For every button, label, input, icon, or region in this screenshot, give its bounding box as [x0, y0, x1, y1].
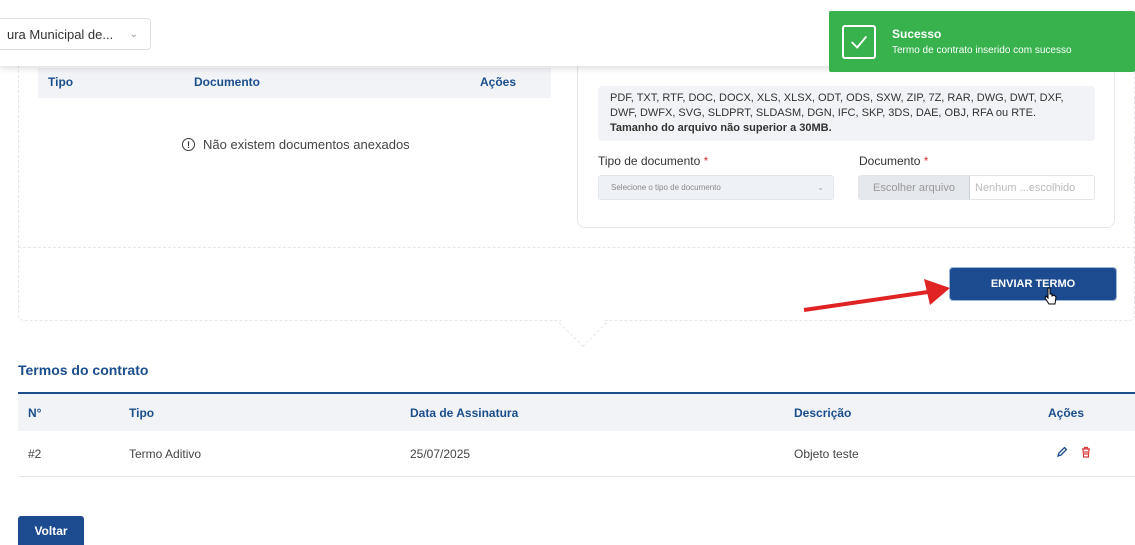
doc-type-select[interactable]: Selecione o tipo de documento ⌄ [598, 175, 834, 200]
organization-select-value: ura Municipal de... [7, 26, 114, 42]
documents-table-header: Tipo Documento Ações [38, 68, 551, 98]
chevron-down-icon: ⌄ [129, 28, 138, 40]
choose-file-button[interactable]: Escolher arquivo [859, 176, 970, 199]
row-numero: #2 [28, 447, 42, 461]
empty-message-text: Não existem documentos anexados [203, 137, 410, 152]
trash-icon[interactable] [1080, 446, 1092, 458]
pencil-icon[interactable] [1056, 446, 1068, 458]
toast-title: Sucesso [892, 27, 942, 41]
required-mark: * [923, 154, 929, 168]
file-name-text: Nenhum ...escolhido [975, 181, 1076, 194]
column-descricao: Descrição [794, 406, 852, 420]
documents-empty-message: ! Não existem documentos anexados [182, 137, 410, 152]
table-row: #2 Termo Aditivo 25/07/2025 Objeto teste [18, 431, 1135, 477]
document-label: Documento * [859, 154, 928, 168]
doc-type-label: Tipo de documento * [598, 154, 708, 168]
chevron-down-icon: ⌄ [817, 183, 824, 192]
toast-message: Termo de contrato inserido com sucesso [892, 45, 1072, 56]
row-descricao: Objeto teste [794, 447, 859, 461]
column-acoes: Ações [480, 75, 517, 89]
form-divider [18, 247, 1135, 248]
terms-table: N° Tipo Data de Assinatura Descrição Açõ… [18, 392, 1135, 477]
required-mark: * [703, 154, 709, 168]
column-numero: N° [28, 406, 42, 420]
doc-type-placeholder: Selecione o tipo de documento [611, 183, 721, 192]
organization-select[interactable]: ura Municipal de... ⌄ [0, 18, 151, 50]
document-file-input[interactable]: Escolher arquivo Nenhum ...escolhido [858, 175, 1095, 200]
send-term-button[interactable]: ENVIAR TERMO [950, 268, 1116, 300]
check-icon [842, 24, 876, 59]
column-acoes: Ações [1048, 406, 1085, 420]
formats-list: PDF, TXT, RTF, DOC, DOCX, XLS, XLSX, ODT… [610, 92, 1064, 119]
info-circle-icon: ! [182, 138, 195, 151]
column-data-assinatura: Data de Assinatura [410, 406, 519, 420]
doc-type-label-text: Tipo de documento [598, 154, 701, 168]
column-documento: Documento [194, 75, 260, 89]
row-tipo: Termo Aditivo [129, 447, 202, 461]
annotation-arrow [803, 279, 950, 312]
terms-section-title: Termos do contrato [18, 362, 149, 378]
terms-table-header: N° Tipo Data de Assinatura Descrição Açõ… [18, 392, 1135, 431]
allowed-formats-note: PDF, TXT, RTF, DOC, DOCX, XLS, XLSX, ODT… [598, 86, 1095, 141]
document-label-text: Documento [859, 154, 921, 168]
row-data: 25/07/2025 [410, 447, 471, 461]
size-limit: Tamanho do arquivo não superior a 30MB. [610, 122, 832, 134]
success-toast[interactable]: Sucesso Termo de contrato inserido com s… [829, 11, 1135, 72]
back-button[interactable]: Voltar [18, 516, 84, 545]
mouse-cursor-icon [1044, 287, 1057, 305]
column-tipo: Tipo [129, 406, 155, 420]
column-tipo: Tipo [48, 75, 74, 89]
